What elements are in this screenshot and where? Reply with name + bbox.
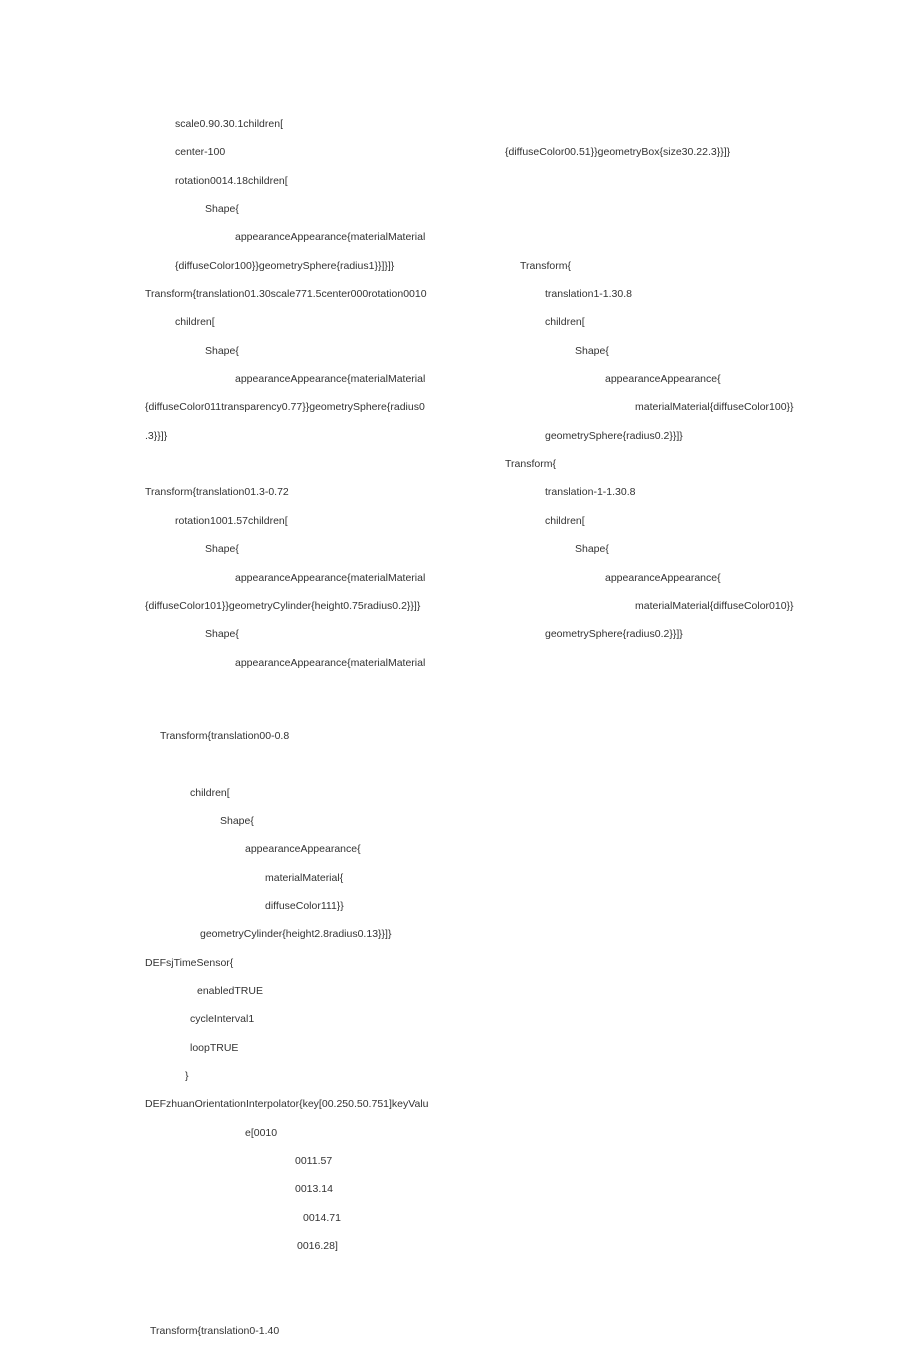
code-line: cycleInterval1: [145, 1005, 848, 1033]
code-line: materialMaterial{diffuseColor010}}: [505, 592, 825, 620]
code-line: children[: [505, 507, 825, 535]
code-line: appearanceAppearance{materialMaterial: [145, 223, 465, 251]
code-line: [505, 223, 825, 251]
code-line: children[: [145, 779, 848, 807]
code-line: geometrySphere{radius0.2}}]}: [505, 620, 825, 648]
code-line: scale0.90.30.1children[: [145, 110, 465, 138]
two-column-layout: scale0.90.30.1children[ center-100 rotat…: [145, 110, 848, 677]
code-line: appearanceAppearance{: [145, 835, 848, 863]
code-line: Transform{translation01.30scale771.5cent…: [145, 280, 465, 308]
code-line: appearanceAppearance{materialMaterial: [145, 564, 465, 592]
code-line: appearanceAppearance{materialMaterial: [145, 649, 465, 677]
code-line: 0016.28]: [145, 1232, 848, 1260]
code-line: translation-1-1.30.8: [505, 478, 825, 506]
code-line: translation1-1.30.8: [505, 280, 825, 308]
code-line: geometryCylinder{height2.8radius0.13}}]}: [145, 920, 848, 948]
code-line: Transform{translation0-1.40: [145, 1317, 848, 1345]
code-line: {diffuseColor101}}geometryCylinder{heigh…: [145, 592, 465, 620]
code-line: materialMaterial{: [145, 864, 848, 892]
code-line: {diffuseColor100}}geometrySphere{radius1…: [145, 252, 465, 280]
code-line: Transform{translation00-0.8: [145, 722, 848, 750]
code-line: Shape{: [145, 337, 465, 365]
code-line: children[: [505, 308, 825, 336]
code-line: rotation1001.57children[: [145, 507, 465, 535]
code-line: Shape{: [145, 535, 465, 563]
code-line: 0014.71: [145, 1204, 848, 1232]
code-line: 0011.57: [145, 1147, 848, 1175]
code-line: Shape{: [145, 620, 465, 648]
code-line: {diffuseColor00.51}}geometryBox{size30.2…: [505, 138, 825, 166]
code-line: [145, 750, 848, 778]
code-line: children[: [145, 308, 465, 336]
code-line: {diffuseColor011transparency0.77}}geomet…: [145, 393, 465, 421]
code-line: loopTRUE: [145, 1034, 848, 1062]
code-line: DEFsjTimeSensor{: [145, 949, 848, 977]
code-line: .3}}]}: [145, 422, 465, 450]
code-line: [145, 1289, 848, 1317]
code-line: rotation0014.18children[: [145, 167, 465, 195]
code-line: diffuseColor111}}: [145, 892, 848, 920]
code-line: [145, 1260, 848, 1288]
code-line: [505, 110, 825, 138]
code-line: Shape{: [505, 535, 825, 563]
code-line: appearanceAppearance{: [505, 365, 825, 393]
bottom-section: Transform{translation00-0.8 children[ Sh…: [145, 722, 848, 1345]
code-line: }: [145, 1062, 848, 1090]
code-line: DEFzhuanOrientationInterpolator{key[00.2…: [145, 1090, 848, 1118]
code-line: 0013.14: [145, 1175, 848, 1203]
code-line: center-100: [145, 138, 465, 166]
left-column: scale0.90.30.1children[ center-100 rotat…: [145, 110, 465, 677]
code-line: Shape{: [145, 195, 465, 223]
code-line: Transform{translation01.3-0.72: [145, 478, 465, 506]
code-line: [145, 450, 465, 478]
code-line: [505, 167, 825, 195]
code-line: geometrySphere{radius0.2}}]}: [505, 422, 825, 450]
code-line: enabledTRUE: [145, 977, 848, 1005]
right-column: {diffuseColor00.51}}geometryBox{size30.2…: [505, 110, 825, 677]
code-line: Transform{: [505, 252, 825, 280]
code-line: e[0010: [145, 1119, 848, 1147]
code-line: appearanceAppearance{materialMaterial: [145, 365, 465, 393]
code-line: [505, 195, 825, 223]
code-line: appearanceAppearance{: [505, 564, 825, 592]
code-line: materialMaterial{diffuseColor100}}: [505, 393, 825, 421]
code-line: Transform{: [505, 450, 825, 478]
code-line: Shape{: [145, 807, 848, 835]
code-line: Shape{: [505, 337, 825, 365]
